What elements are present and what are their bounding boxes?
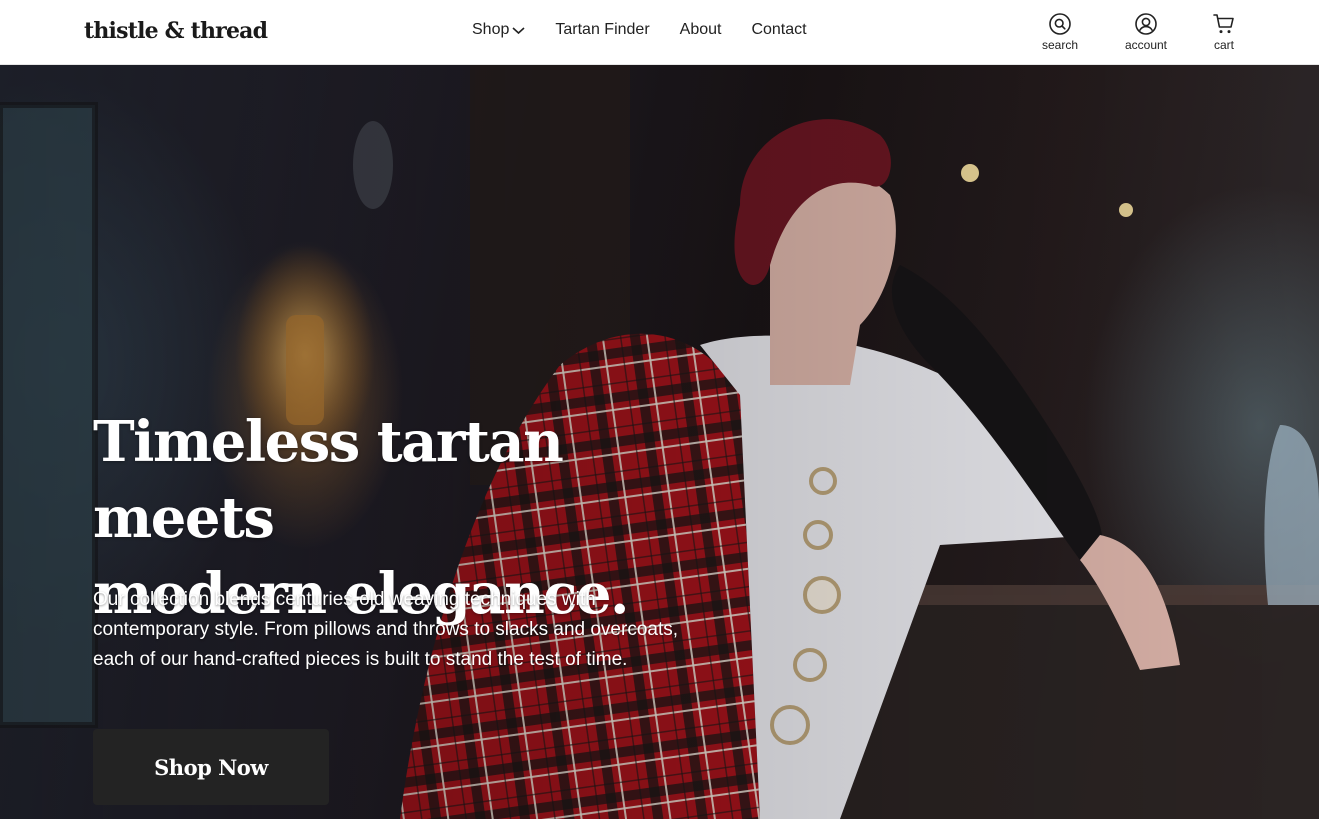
search-label: search: [1041, 38, 1079, 52]
hero-headline-line1: Timeless tartan meets: [93, 409, 564, 551]
main-nav: Shop Tartan Finder About Contact: [472, 21, 807, 39]
nav-item-shop[interactable]: Shop: [472, 21, 525, 39]
cart-button[interactable]: cart: [1207, 12, 1241, 52]
hero-tagline: Our collection blends centuries-old weav…: [93, 589, 679, 670]
cart-icon: [1213, 14, 1234, 34]
search-button[interactable]: search: [1040, 12, 1080, 52]
account-label: account: [1124, 38, 1168, 52]
site-header: thistle & thread Shop Tartan Finder Abou…: [0, 0, 1319, 65]
nav-item-shop-label: Shop: [472, 21, 510, 38]
hero-section: Timeless tartan meets modern elegance. O…: [0, 65, 1319, 819]
cart-label: cart: [1213, 38, 1234, 52]
chevron-down-icon: [512, 26, 525, 34]
account-button[interactable]: account: [1121, 12, 1171, 52]
shop-now-button[interactable]: Shop Now: [93, 729, 329, 805]
nav-item-about[interactable]: About: [680, 21, 722, 39]
nav-item-contact[interactable]: Contact: [751, 21, 806, 39]
search-icon: [1049, 13, 1071, 35]
nav-item-tartan-finder[interactable]: Tartan Finder: [555, 21, 649, 39]
account-icon: [1135, 13, 1157, 35]
site-logo[interactable]: thistle & thread: [84, 18, 268, 44]
